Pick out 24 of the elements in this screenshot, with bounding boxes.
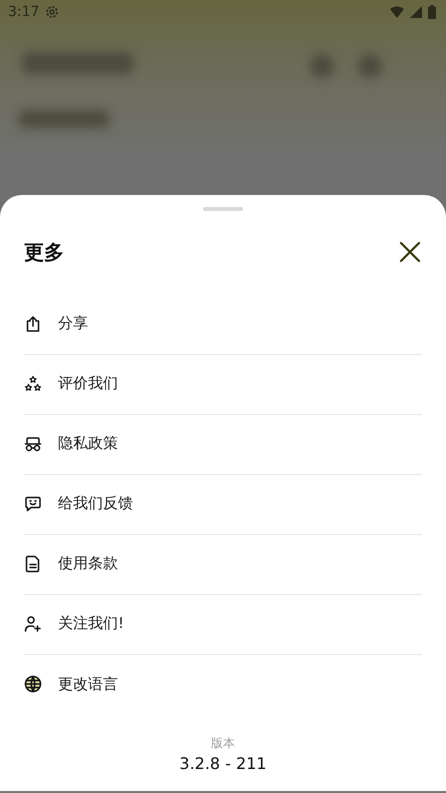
menu-item[interactable]: 评价我们 bbox=[24, 355, 422, 415]
version-number: 3.2.8 - 211 bbox=[179, 754, 267, 773]
menu-item[interactable]: 使用条款 bbox=[24, 535, 422, 595]
glasses-icon bbox=[24, 434, 42, 452]
gear-icon bbox=[45, 5, 60, 19]
sheet-title: 更多 bbox=[24, 238, 64, 266]
globe-icon bbox=[24, 675, 42, 693]
stars-icon bbox=[24, 374, 42, 392]
version-label: 版本 bbox=[211, 735, 235, 752]
battery-icon bbox=[428, 5, 436, 19]
drag-handle[interactable] bbox=[203, 207, 243, 211]
menu-item[interactable]: 给我们反馈 bbox=[24, 475, 422, 535]
signal-icon bbox=[410, 6, 422, 18]
wifi-icon bbox=[390, 6, 404, 18]
close-button[interactable] bbox=[398, 240, 422, 264]
document-icon bbox=[24, 554, 42, 572]
menu-item[interactable]: 分享 bbox=[24, 295, 422, 355]
person-add-icon bbox=[24, 614, 42, 632]
share-icon bbox=[24, 314, 42, 332]
menu-item[interactable]: 关注我们! bbox=[24, 595, 422, 655]
status-time: 3:17 bbox=[8, 4, 40, 20]
chat-smile-icon bbox=[24, 494, 42, 512]
menu-item[interactable]: 更改语言 bbox=[24, 655, 422, 715]
menu-item[interactable]: 隐私政策 bbox=[24, 415, 422, 475]
